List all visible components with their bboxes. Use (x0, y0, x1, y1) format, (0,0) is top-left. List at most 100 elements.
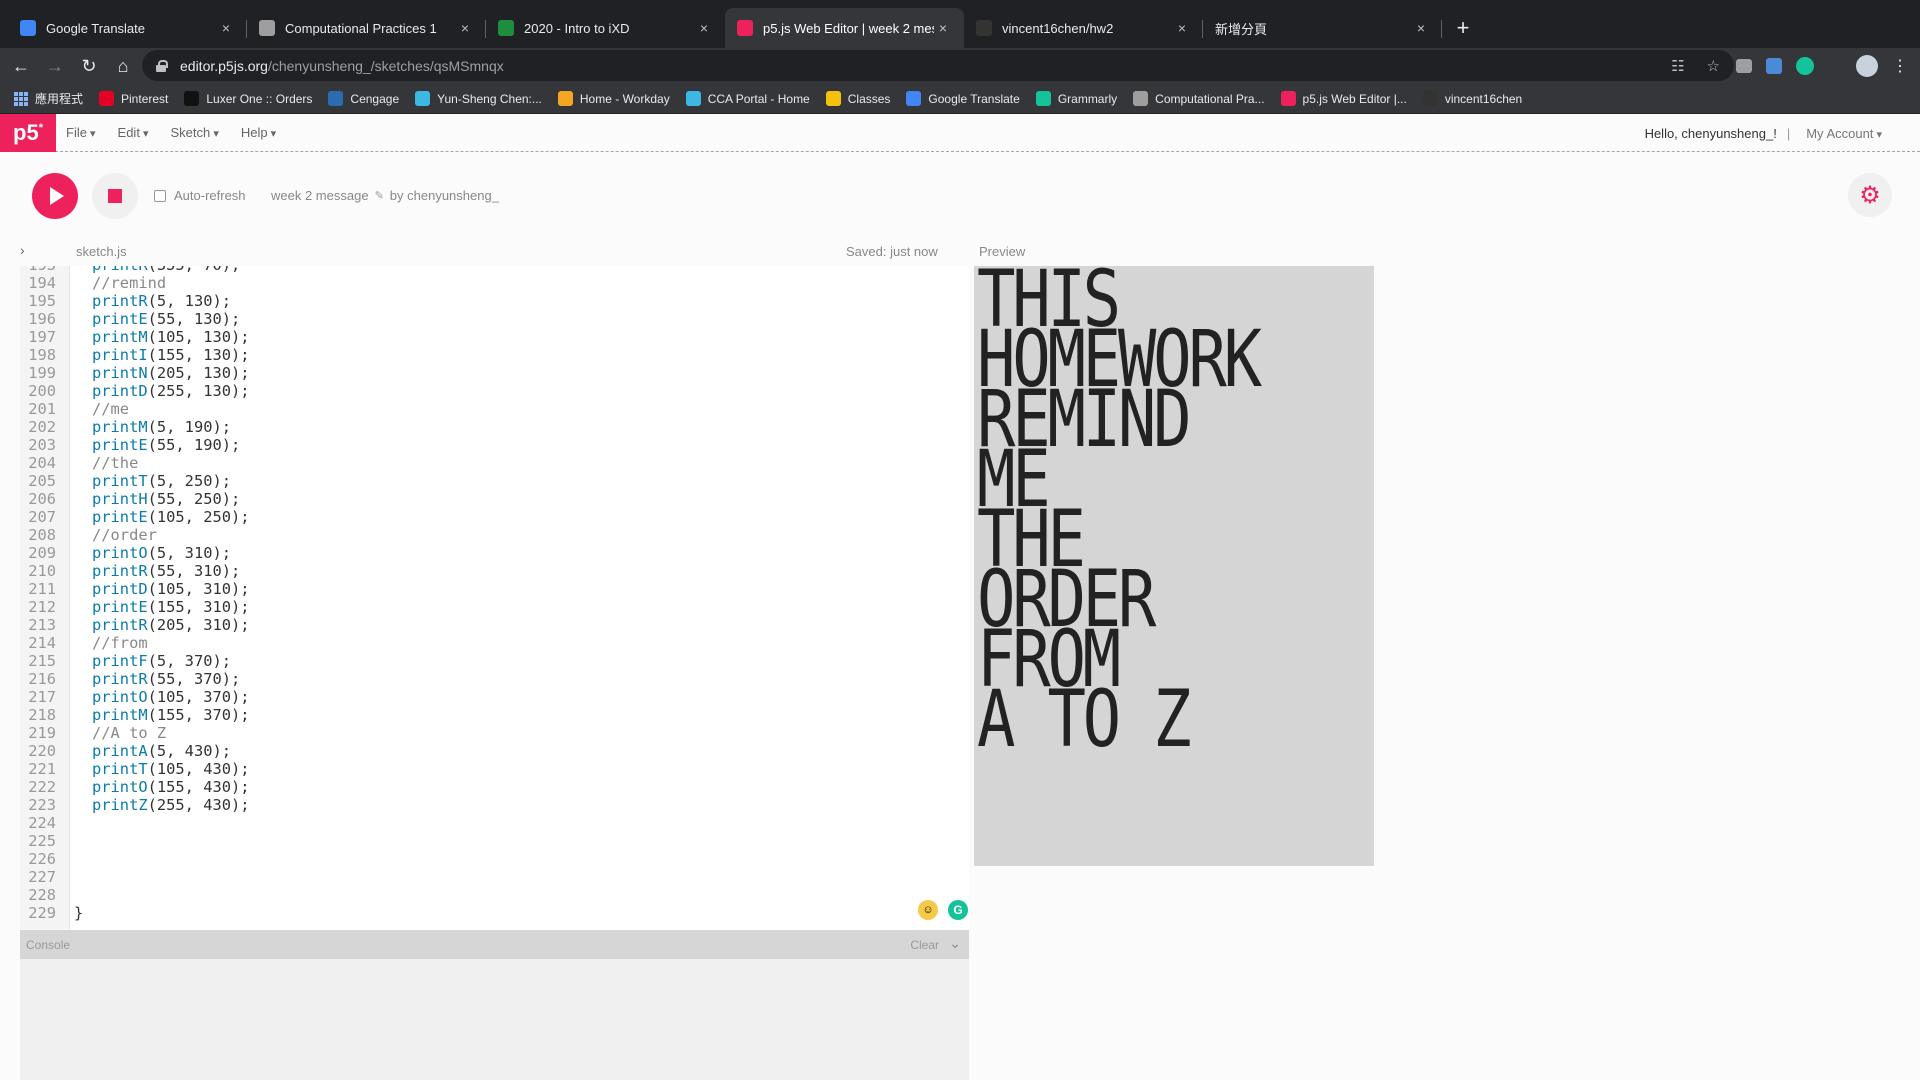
menu-edit[interactable]: Edit (118, 125, 149, 140)
my-account-menu[interactable]: My Account (1806, 126, 1882, 141)
function-name: printO (92, 778, 148, 796)
browser-tab[interactable]: p5.js Web Editor | week 2 messa × (725, 8, 964, 48)
extension-icon[interactable] (1766, 58, 1782, 74)
code-text: printD(105, 310); (92, 580, 250, 598)
bookmark-item[interactable]: Classes (825, 91, 890, 106)
bookmark-item[interactable]: p5.js Web Editor |... (1280, 91, 1407, 106)
play-button[interactable] (32, 173, 78, 219)
line-number: 201 (28, 400, 56, 418)
browser-tab[interactable]: 2020 - Intro to iXD × (486, 8, 725, 48)
code-line: 210 printR(55, 310); (20, 562, 969, 580)
bookmark-favicon-icon (1035, 91, 1051, 106)
new-tab-icon[interactable]: + (1448, 8, 1478, 48)
forward-icon[interactable]: → (38, 49, 72, 83)
bookmark-label: Home - Workday (579, 91, 670, 106)
code-line: 213 printR(205, 310); (20, 616, 969, 634)
browser-menu-icon[interactable]: ⋮ (1892, 56, 1908, 76)
bookmark-favicon-icon (1422, 91, 1438, 106)
browser-tab[interactable]: vincent16chen/hw2 × (964, 8, 1203, 48)
settings-gear-icon[interactable]: ⚙ (1848, 173, 1892, 217)
function-args: (55, 250); (147, 490, 241, 508)
line-number: 199 (28, 364, 56, 382)
code-text: } (74, 904, 83, 922)
auto-refresh-checkbox[interactable] (154, 189, 166, 202)
console-header: Console Clear ⌄ (20, 930, 969, 959)
function-name: printR (92, 670, 148, 688)
bookmark-item[interactable]: Pinterest (99, 91, 168, 106)
console-clear-button[interactable]: Clear (910, 938, 939, 952)
sketch-name[interactable]: week 2 message (271, 188, 369, 203)
browser-toolbar: ← → ↻ ⌂ editor.p5js.org/chenyunsheng_/sk… (0, 48, 1920, 84)
grammarly-extension-icon[interactable] (1796, 57, 1814, 75)
bookmark-item[interactable]: Computational Pra... (1133, 91, 1265, 106)
menu-file[interactable]: File (66, 125, 96, 140)
tab-close-icon[interactable]: × (456, 19, 474, 37)
menu-help[interactable]: Help (241, 125, 276, 140)
stop-button[interactable] (92, 173, 138, 219)
back-icon[interactable]: ← (4, 49, 38, 83)
function-name: printO (92, 688, 148, 706)
bookmark-label: p5.js Web Editor |... (1302, 91, 1407, 106)
browser-tab[interactable]: Computational Practices 1 × (247, 8, 486, 48)
menu-sketch[interactable]: Sketch (171, 125, 219, 140)
bookmark-item[interactable]: vincent16chen (1422, 91, 1522, 106)
bookmark-star-icon[interactable]: ☆ (1707, 57, 1720, 75)
emoji-face-icon[interactable]: ☺ (918, 900, 938, 920)
function-name: printE (92, 508, 148, 526)
code-line: 226 (20, 850, 969, 868)
function-args: (255, 130); (147, 382, 250, 400)
bookmark-item[interactable]: 應用程式 (14, 90, 83, 107)
code-line: 229} (20, 904, 969, 922)
tab-close-icon[interactable]: × (934, 19, 952, 37)
bookmark-item[interactable]: Grammarly (1035, 91, 1117, 106)
closing-brace: } (74, 904, 84, 922)
preview-text-line: A TO Z (977, 675, 1192, 765)
tab-close-icon[interactable]: × (1412, 19, 1430, 37)
code-line: 215 printF(5, 370); (20, 652, 969, 670)
lock-icon (156, 59, 168, 72)
home-icon[interactable]: ⌂ (106, 49, 140, 83)
file-header: › sketch.js Saved: just now Preview (0, 240, 1920, 266)
line-number: 204 (28, 454, 56, 472)
bookmark-item[interactable]: Luxer One :: Orders (184, 91, 312, 106)
p5-asterisk-icon (737, 20, 753, 36)
bookmark-item[interactable]: Yun-Sheng Chen:... (415, 91, 542, 106)
url-path: /chenyunsheng_/sketches/qsMSmnqx (267, 57, 504, 74)
grammarly-icon[interactable]: G (948, 900, 968, 920)
reload-icon[interactable]: ↻ (72, 49, 106, 83)
tab-title: Google Translate (46, 20, 146, 36)
bookmark-favicon-icon (906, 91, 922, 106)
function-args: (5, 310); (147, 544, 232, 562)
sketch-preview-canvas[interactable]: THIS HOMEWORK REMIND ME THE ORDER FROM A TO Z (974, 266, 1374, 866)
tab-close-icon[interactable]: × (1173, 19, 1191, 37)
translate-icon[interactable]: ☷ (1671, 57, 1684, 75)
line-number: 207 (28, 508, 56, 526)
chevron-down-icon[interactable]: ⌄ (949, 935, 961, 952)
p5-logo[interactable]: p5 * (0, 113, 56, 152)
code-editor[interactable]: 193printR(355, 70);194//remind195printR(… (20, 266, 969, 929)
code-line: 194 //remind (20, 274, 969, 292)
line-number: 226 (28, 850, 56, 868)
function-args: (155, 430); (147, 778, 250, 796)
drive-extension-icon[interactable] (1736, 59, 1752, 73)
sidebar-expand-icon[interactable]: › (20, 242, 25, 258)
code-text: //the (92, 454, 138, 472)
browser-tab[interactable]: 新增分頁 × (1203, 8, 1442, 48)
bookmark-item[interactable]: Cengage (328, 91, 399, 106)
line-number: 225 (28, 832, 56, 850)
code-lines: 193printR(355, 70);194//remind195printR(… (20, 266, 969, 922)
bookmark-item[interactable]: Home - Workday (557, 91, 670, 106)
bookmark-item[interactable]: Google Translate (906, 91, 1020, 106)
edit-pencil-icon[interactable]: ✎ (375, 189, 384, 202)
browser-tab[interactable]: Google Translate × (8, 8, 247, 48)
code-text: printR(205, 310); (92, 616, 250, 634)
profile-avatar[interactable] (1856, 55, 1878, 77)
line-number: 227 (28, 868, 56, 886)
function-name: printO (92, 544, 148, 562)
function-args: (105, 250); (147, 508, 250, 526)
tab-close-icon[interactable]: × (217, 19, 235, 37)
bookmark-item[interactable]: CCA Portal - Home (685, 91, 810, 106)
tab-close-icon[interactable]: × (695, 19, 713, 37)
address-bar[interactable]: editor.p5js.org/chenyunsheng_/sketches/q… (142, 50, 1734, 81)
line-number: 223 (28, 796, 56, 814)
